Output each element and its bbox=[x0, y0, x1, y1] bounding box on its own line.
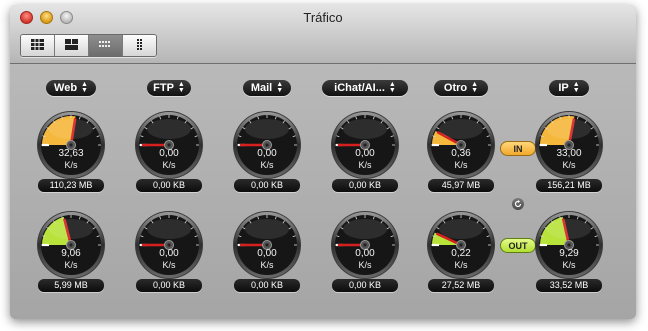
gauge-rate-unit: K/s bbox=[562, 260, 576, 270]
view-split-button[interactable] bbox=[55, 35, 89, 56]
view-grid-button[interactable] bbox=[21, 35, 55, 56]
view-dots-icon bbox=[99, 41, 110, 47]
ip-out-gauge: 9,29 K/s bbox=[534, 210, 604, 280]
ip-in-total-readout: 156,21 MB bbox=[536, 179, 602, 192]
view-split-icon bbox=[65, 39, 78, 50]
gauge-rate-value: 9,29 bbox=[559, 248, 579, 259]
out-legend-pill: OUT bbox=[500, 238, 536, 253]
otro-out-gauge: 0,22 K/s bbox=[426, 210, 496, 280]
ip-in-gauge: 33,00 K/s bbox=[534, 110, 604, 180]
in-legend-pill: IN bbox=[500, 141, 536, 156]
updown-arrows-icon: ▲ ▼ bbox=[276, 81, 284, 94]
ftp-in-total-readout: 0,00 KB bbox=[136, 179, 202, 192]
gauge-rate-value: 0,00 bbox=[355, 148, 375, 159]
ichat-out-gauge: 0,00 K/s bbox=[330, 210, 400, 280]
view-columns-button[interactable] bbox=[123, 35, 156, 56]
service-popup-label: iChat/AI... bbox=[334, 82, 385, 94]
gauge-rate-value: 9,06 bbox=[61, 248, 81, 259]
mail-out-gauge: 0,00 K/s bbox=[232, 210, 302, 280]
otro-in-gauge: 0,36 K/s bbox=[426, 110, 496, 180]
updown-arrows-icon: ▲ ▼ bbox=[471, 81, 479, 94]
gauge-rate-unit: K/s bbox=[454, 260, 468, 270]
gauge-rate-value: 0,00 bbox=[257, 148, 277, 159]
title-bar: Tráfico bbox=[10, 5, 636, 64]
ichat-out-total-readout: 0,00 KB bbox=[332, 279, 398, 292]
service-popup-label: FTP bbox=[153, 82, 174, 94]
service-popup-otro[interactable]: Otro ▲ ▼ bbox=[434, 80, 488, 96]
gauge-rate-unit: K/s bbox=[358, 260, 372, 270]
gauge-rate-unit: K/s bbox=[358, 160, 372, 170]
web-in-total-readout: 110,23 MB bbox=[38, 179, 104, 192]
refresh-glyph-icon bbox=[514, 200, 522, 208]
otro-out-total-readout: 27,52 MB bbox=[428, 279, 494, 292]
gauge-rate-value: 0,36 bbox=[451, 148, 471, 159]
service-popup-ip[interactable]: IP ▲ ▼ bbox=[549, 80, 589, 96]
gauge-rate-value: 0,00 bbox=[355, 248, 375, 259]
web-out-gauge: 9,06 K/s bbox=[36, 210, 106, 280]
service-popup-label: Web bbox=[54, 82, 78, 94]
gauge-rate-unit: K/s bbox=[260, 260, 274, 270]
view-columns-icon bbox=[137, 39, 142, 50]
view-grid-icon bbox=[31, 39, 44, 50]
updown-arrows-icon: ▲ ▼ bbox=[572, 81, 580, 94]
service-popup-label: IP bbox=[558, 82, 569, 94]
web-in-gauge: 32,63 K/s bbox=[36, 110, 106, 180]
mail-in-gauge: 0,00 K/s bbox=[232, 110, 302, 180]
gauge-rate-unit: K/s bbox=[64, 160, 78, 170]
otro-in-total-readout: 45,97 MB bbox=[428, 179, 494, 192]
gauge-rate-value: 0,00 bbox=[159, 148, 179, 159]
service-popup-label: Otro bbox=[443, 82, 468, 94]
traffic-window: Tráfico IN OUT Web ▲ ▼ 32,63 K/s 110,23 … bbox=[10, 5, 636, 319]
traffic-panel: IN OUT Web ▲ ▼ 32,63 K/s 110,23 MB 9,06 K/s 5,… bbox=[10, 64, 636, 319]
view-mode-segmented-control bbox=[20, 34, 157, 57]
service-popup-web[interactable]: Web ▲ ▼ bbox=[46, 80, 96, 96]
gauge-rate-unit: K/s bbox=[260, 160, 274, 170]
service-popup-ftp[interactable]: FTP ▲ ▼ bbox=[147, 80, 191, 96]
service-popup-label: Mail bbox=[250, 82, 273, 94]
ftp-out-total-readout: 0,00 KB bbox=[136, 279, 202, 292]
ftp-in-gauge: 0,00 K/s bbox=[134, 110, 204, 180]
service-popup-mail[interactable]: Mail ▲ ▼ bbox=[243, 80, 291, 96]
mail-in-total-readout: 0,00 KB bbox=[234, 179, 300, 192]
refresh-icon[interactable] bbox=[512, 198, 524, 210]
window-title: Tráfico bbox=[303, 10, 343, 25]
web-out-total-readout: 5,99 MB bbox=[38, 279, 104, 292]
gauge-rate-value: 32,63 bbox=[58, 148, 84, 159]
gauge-rate-value: 0,00 bbox=[159, 248, 179, 259]
gauge-rate-unit: K/s bbox=[162, 260, 176, 270]
gauge-rate-unit: K/s bbox=[162, 160, 176, 170]
ip-out-total-readout: 33,52 MB bbox=[536, 279, 602, 292]
gauge-rate-value: 0,22 bbox=[451, 248, 471, 259]
updown-arrows-icon: ▲ ▼ bbox=[81, 81, 88, 94]
updown-arrows-icon: ▲ ▼ bbox=[177, 81, 185, 94]
ichat-in-total-readout: 0,00 KB bbox=[332, 179, 398, 192]
ftp-out-gauge: 0,00 K/s bbox=[134, 210, 204, 280]
ichat-in-gauge: 0,00 K/s bbox=[330, 110, 400, 180]
updown-arrows-icon: ▲ ▼ bbox=[388, 81, 396, 94]
mail-out-total-readout: 0,00 KB bbox=[234, 279, 300, 292]
gauge-rate-unit: K/s bbox=[64, 260, 78, 270]
gauge-rate-unit: K/s bbox=[562, 160, 576, 170]
service-popup-ichat[interactable]: iChat/AI... ▲ ▼ bbox=[322, 80, 408, 96]
gauge-rate-value: 0,00 bbox=[257, 248, 277, 259]
view-dots-button[interactable] bbox=[89, 35, 123, 56]
gauge-rate-value: 33,00 bbox=[556, 148, 582, 159]
gauge-rate-unit: K/s bbox=[454, 160, 468, 170]
